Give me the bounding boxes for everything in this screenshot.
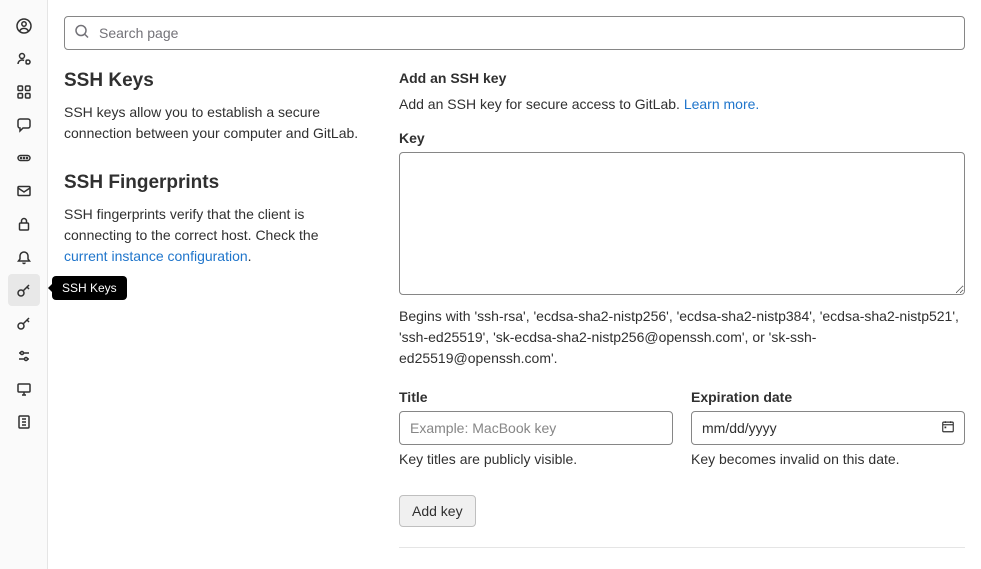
fingerprints-heading: SSH Fingerprints: [64, 172, 359, 194]
sidebar-item-gpg-keys[interactable]: [8, 307, 40, 339]
key-textarea[interactable]: [399, 152, 965, 295]
sidebar-item-tokens[interactable]: [8, 142, 40, 174]
mail-icon: [16, 183, 32, 199]
chat-icon: [16, 117, 32, 133]
sidebar-item-active-sessions[interactable]: [8, 373, 40, 405]
sidebar-item-chat[interactable]: [8, 109, 40, 141]
title-help: Key titles are publicly visible.: [399, 451, 673, 467]
sidebar-item-notifications[interactable]: [8, 241, 40, 273]
add-key-button[interactable]: Add key: [399, 495, 476, 527]
key-icon: [16, 315, 32, 331]
key-help: Begins with 'ssh-rsa', 'ecdsa-sha2-nistp…: [399, 306, 965, 369]
divider: [399, 547, 965, 548]
learn-more-link[interactable]: Learn more.: [684, 96, 759, 112]
right-column: Add an SSH key Add an SSH key for secure…: [399, 70, 965, 548]
token-icon: [16, 150, 32, 166]
add-key-sub-text: Add an SSH key for secure access to GitL…: [399, 96, 684, 112]
sidebar-item-account[interactable]: [8, 43, 40, 75]
sidebar-item-profile[interactable]: [8, 10, 40, 42]
monitor-icon: [16, 381, 32, 397]
key-label: Key: [399, 130, 965, 146]
add-key-heading: Add an SSH key: [399, 70, 965, 86]
sliders-icon: [16, 348, 32, 364]
user-circle-icon: [16, 18, 32, 34]
bell-icon: [16, 249, 32, 265]
log-icon: [16, 414, 32, 430]
tooltip: SSH Keys: [52, 276, 127, 300]
sidebar-item-authentication-log[interactable]: [8, 406, 40, 438]
key-icon: [16, 282, 32, 298]
fingerprints-desc-post: .: [248, 248, 252, 264]
lock-icon: [16, 216, 32, 232]
sidebar-item-password[interactable]: [8, 208, 40, 240]
search-input[interactable]: [64, 16, 965, 50]
main-content: SSH Keys SSH keys allow you to establish…: [48, 0, 981, 569]
sidebar: SSH Keys: [0, 0, 48, 569]
sidebar-item-emails[interactable]: [8, 175, 40, 207]
sidebar-item-ssh-keys[interactable]: [8, 274, 40, 306]
expiration-help: Key becomes invalid on this date.: [691, 451, 965, 467]
fingerprints-desc: SSH fingerprints verify that the client …: [64, 204, 359, 267]
search-icon: [74, 24, 90, 43]
sidebar-item-applications[interactable]: [8, 76, 40, 108]
instance-config-link[interactable]: current instance configuration: [64, 248, 248, 264]
fingerprints-desc-text: SSH fingerprints verify that the client …: [64, 206, 318, 243]
ssh-keys-heading: SSH Keys: [64, 70, 359, 92]
expiration-label: Expiration date: [691, 389, 965, 405]
expiration-input[interactable]: [691, 411, 965, 445]
ssh-keys-desc: SSH keys allow you to establish a secure…: [64, 102, 359, 144]
apps-icon: [16, 84, 32, 100]
user-gear-icon: [16, 51, 32, 67]
title-input[interactable]: [399, 411, 673, 445]
add-key-sub: Add an SSH key for secure access to GitL…: [399, 96, 965, 112]
title-label: Title: [399, 389, 673, 405]
calendar-icon[interactable]: [941, 420, 955, 437]
sidebar-item-preferences[interactable]: [8, 340, 40, 372]
left-column: SSH Keys SSH keys allow you to establish…: [64, 70, 359, 548]
search-wrap: [64, 16, 965, 50]
